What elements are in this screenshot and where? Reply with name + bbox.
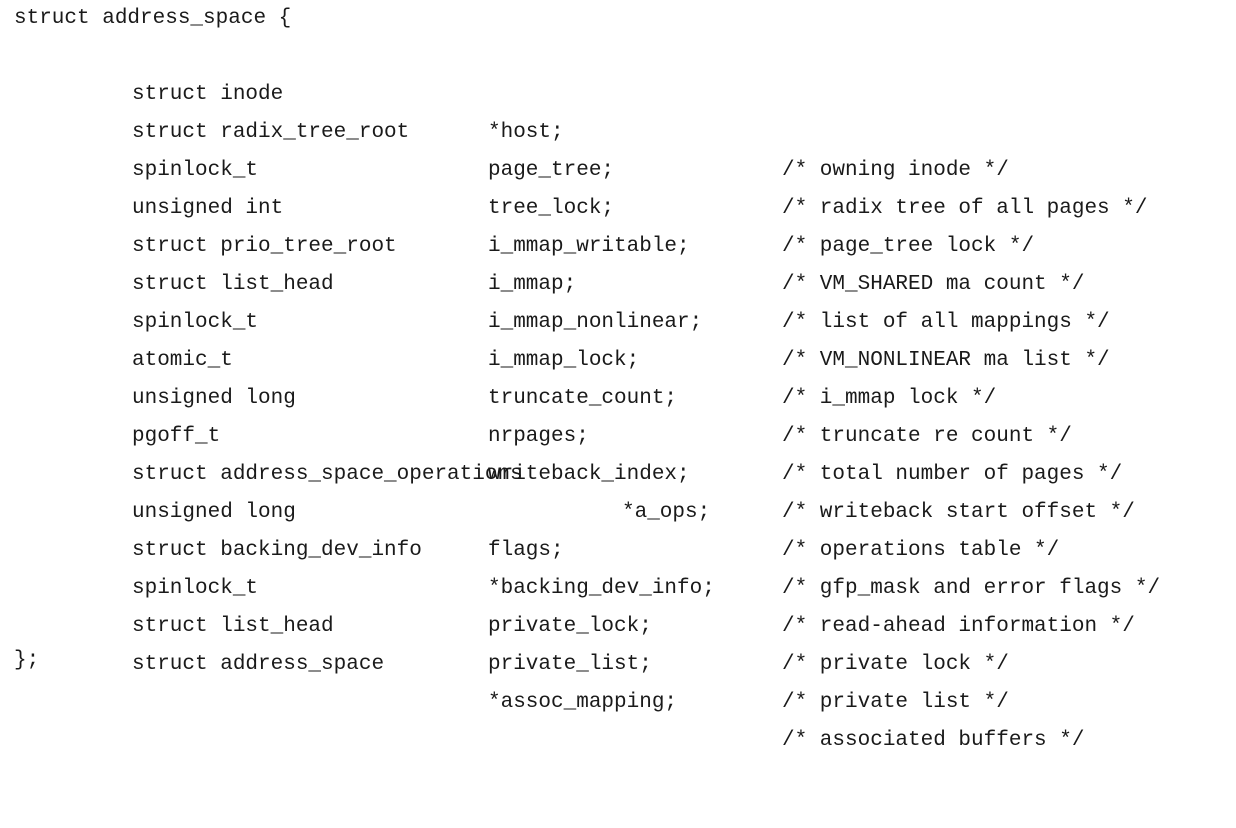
field-type: spinlock_t <box>132 159 259 182</box>
field-type: unsigned int <box>132 197 284 220</box>
struct-header: struct address_space { <box>14 7 292 30</box>
field-name: i_mmap_writable; <box>488 235 690 258</box>
field-type: pgoff_t <box>132 425 221 448</box>
field-comment: /* VM_NONLINEAR ma list */ <box>782 349 1110 372</box>
field-type: spinlock_t <box>132 311 259 334</box>
field-type: spinlock_t <box>132 577 259 600</box>
field-i-mmap: struct prio_tree_root i_mmap; /* list of… <box>14 190 1110 334</box>
field-comment: /* private list */ <box>782 691 1009 714</box>
field-type: atomic_t <box>132 349 233 372</box>
field-private-list: struct list_head private_list; /* privat… <box>14 570 1009 714</box>
field-name: i_mmap; <box>488 273 577 296</box>
field-name: truncate_count; <box>488 387 678 410</box>
field-backing-dev-info: struct backing_dev_info *backing_dev_inf… <box>14 494 1135 638</box>
field-type: struct address_space_operations <box>132 463 523 486</box>
field-name: i_mmap_lock; <box>488 349 640 372</box>
field-type: struct list_head <box>132 615 334 638</box>
struct-footer: }; <box>14 649 40 672</box>
field-comment: /* private lock */ <box>782 653 1009 676</box>
field-assoc-mapping: struct address_space *assoc_mapping; /* … <box>14 608 1084 752</box>
field-type: struct radix_tree_root <box>132 121 410 144</box>
field-i-mmap-writable: unsigned int i_mmap_writable; /* VM_SHAR… <box>14 152 1084 296</box>
field-name: nrpages; <box>488 425 589 448</box>
field-writeback-index: pgoff_t writeback_index; /* writeback st… <box>14 380 1135 524</box>
field-nrpages: unsigned long nrpages; /* total number o… <box>14 342 1122 486</box>
field-comment: /* i_mmap lock */ <box>782 387 997 410</box>
field-type: struct prio_tree_root <box>132 235 397 258</box>
field-comment: /* radix tree of all pages */ <box>782 197 1148 220</box>
field-name: *backing_dev_info; <box>488 577 715 600</box>
field-name: *a_ops; <box>622 501 711 524</box>
field-comment: /* associated buffers */ <box>782 729 1085 752</box>
field-private-lock: spinlock_t private_lock; /* private lock… <box>14 532 1009 676</box>
field-tree-lock: spinlock_t tree_lock; /* page_tree lock … <box>14 114 1034 258</box>
field-comment: /* operations table */ <box>782 539 1060 562</box>
field-type: struct backing_dev_info <box>132 539 422 562</box>
field-name: page_tree; <box>488 159 615 182</box>
field-i-mmap-nonlinear: struct list_head i_mmap_nonlinear; /* VM… <box>14 228 1110 372</box>
field-comment: /* owning inode */ <box>782 159 1009 182</box>
field-type: struct inode <box>132 83 284 106</box>
field-page-tree: struct radix_tree_root page_tree; /* rad… <box>14 76 1147 220</box>
code-listing: struct address_space { struct inode *hos… <box>14 0 1229 828</box>
field-name: *host; <box>488 121 564 144</box>
field-name: private_list; <box>488 653 652 676</box>
field-type: unsigned long <box>132 501 296 524</box>
field-host: struct inode *host; /* owning inode */ <box>14 38 1009 182</box>
field-flags: unsigned long flags; /* gfp_mask and err… <box>14 456 1160 600</box>
field-name: *assoc_mapping; <box>488 691 678 714</box>
field-type: struct address_space <box>132 653 385 676</box>
field-name: flags; <box>488 539 564 562</box>
field-comment: /* VM_SHARED ma count */ <box>782 273 1085 296</box>
field-truncate-count: atomic_t truncate_count; /* truncate re … <box>14 304 1072 448</box>
field-comment: /* list of all mappings */ <box>782 311 1110 334</box>
field-comment: /* page_tree lock */ <box>782 235 1035 258</box>
field-name: private_lock; <box>488 615 652 638</box>
field-comment: /* writeback start offset */ <box>782 501 1135 524</box>
field-comment: /* gfp_mask and error flags */ <box>782 577 1161 600</box>
field-comment: /* total number of pages */ <box>782 463 1123 486</box>
field-comment: /* truncate re count */ <box>782 425 1072 448</box>
field-name: tree_lock; <box>488 197 615 220</box>
field-name: i_mmap_nonlinear; <box>488 311 703 334</box>
field-type: unsigned long <box>132 387 296 410</box>
field-i-mmap-lock: spinlock_t i_mmap_lock; /* i_mmap lock *… <box>14 266 996 410</box>
field-comment: /* read-ahead information */ <box>782 615 1135 638</box>
field-type: struct list_head <box>132 273 334 296</box>
field-a-ops: struct address_space_operations *a_ops; … <box>14 418 1059 562</box>
